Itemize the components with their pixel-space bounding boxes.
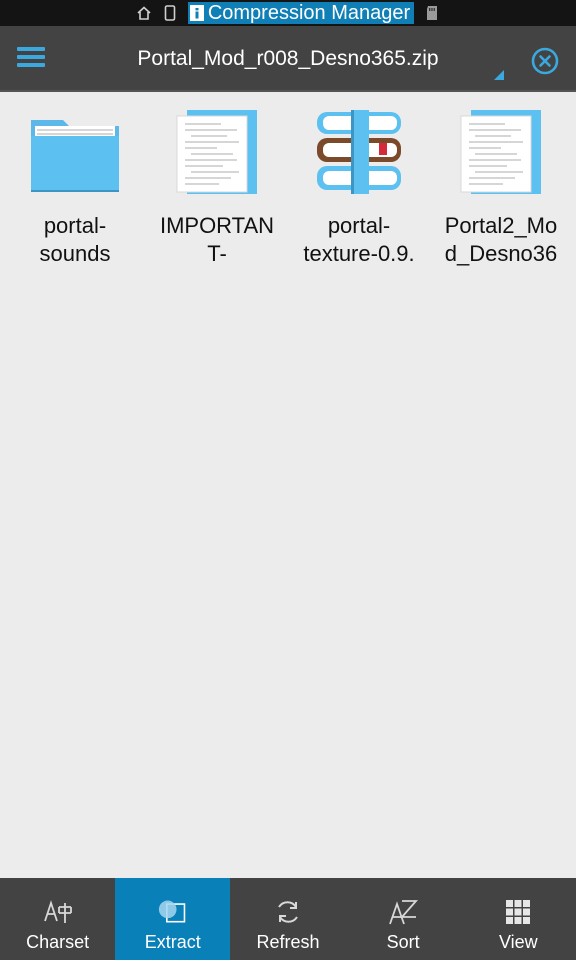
books-archive-icon xyxy=(313,106,405,198)
file-label: portal- sounds xyxy=(5,212,145,268)
text-document-icon xyxy=(171,106,263,198)
file-label-line2: T- xyxy=(207,241,227,266)
info-icon xyxy=(189,5,204,21)
file-label-line2: d_Desno36 xyxy=(444,241,558,266)
folder-icon xyxy=(29,106,121,198)
title-bar: Portal_Mod_r008_Desno365.zip xyxy=(0,26,576,92)
home-outline-icon xyxy=(136,5,152,21)
file-grid: portal- sounds IMPORTAN T- portal- textu… xyxy=(0,94,576,878)
status-bar: Compression Manager xyxy=(0,0,576,26)
archive-title[interactable]: Portal_Mod_r008_Desno365.zip xyxy=(80,26,496,92)
file-label: portal- texture-0.9. xyxy=(289,212,429,268)
file-label-line1: Portal2_Mo xyxy=(444,213,558,238)
bottom-action-bar: Charset Extract Refresh Sort View xyxy=(0,878,576,960)
hamburger-menu-icon[interactable] xyxy=(14,43,48,75)
file-item-important[interactable]: IMPORTAN T- xyxy=(145,106,289,276)
extract-label: Extract xyxy=(144,932,201,952)
charset-icon xyxy=(43,898,73,926)
app-notification-chip: Compression Manager xyxy=(187,2,415,24)
refresh-label: Refresh xyxy=(256,932,320,952)
sort-label: Sort xyxy=(386,932,420,952)
view-label: View xyxy=(498,932,538,952)
status-bar-center: Compression Manager xyxy=(136,0,440,26)
file-item-portal-sounds[interactable]: portal- sounds xyxy=(3,106,147,276)
file-label: Portal2_Mo d_Desno36 xyxy=(431,212,571,268)
grid-view-icon xyxy=(503,898,533,926)
phone-icon xyxy=(162,5,178,21)
app-chip-label: Compression Manager xyxy=(207,2,411,24)
dropdown-corner-icon[interactable] xyxy=(494,70,504,80)
file-label: IMPORTAN T- xyxy=(147,212,287,268)
refresh-icon xyxy=(273,898,303,926)
file-label-line1: portal- xyxy=(327,213,391,238)
extract-button[interactable]: Extract xyxy=(115,878,231,960)
file-label-line1: portal- xyxy=(43,213,107,238)
file-item-portal-texture[interactable]: portal- texture-0.9. xyxy=(287,106,431,276)
file-label-line2: sounds xyxy=(39,241,111,266)
refresh-button[interactable]: Refresh xyxy=(230,878,345,960)
file-label-line1: IMPORTAN xyxy=(159,213,275,238)
extract-icon xyxy=(158,898,188,926)
file-item-portal2-mod[interactable]: Portal2_Mo d_Desno36 xyxy=(429,106,573,276)
file-label-line2: texture-0.9. xyxy=(303,241,415,266)
sort-az-icon xyxy=(388,898,419,926)
view-button[interactable]: View xyxy=(461,878,576,960)
close-circle-icon[interactable] xyxy=(530,46,560,76)
sort-button[interactable]: Sort xyxy=(346,878,461,960)
text-document-icon xyxy=(455,106,547,198)
charset-button[interactable]: Charset xyxy=(0,878,115,960)
sd-card-icon xyxy=(424,5,440,21)
charset-label: Charset xyxy=(26,932,90,952)
